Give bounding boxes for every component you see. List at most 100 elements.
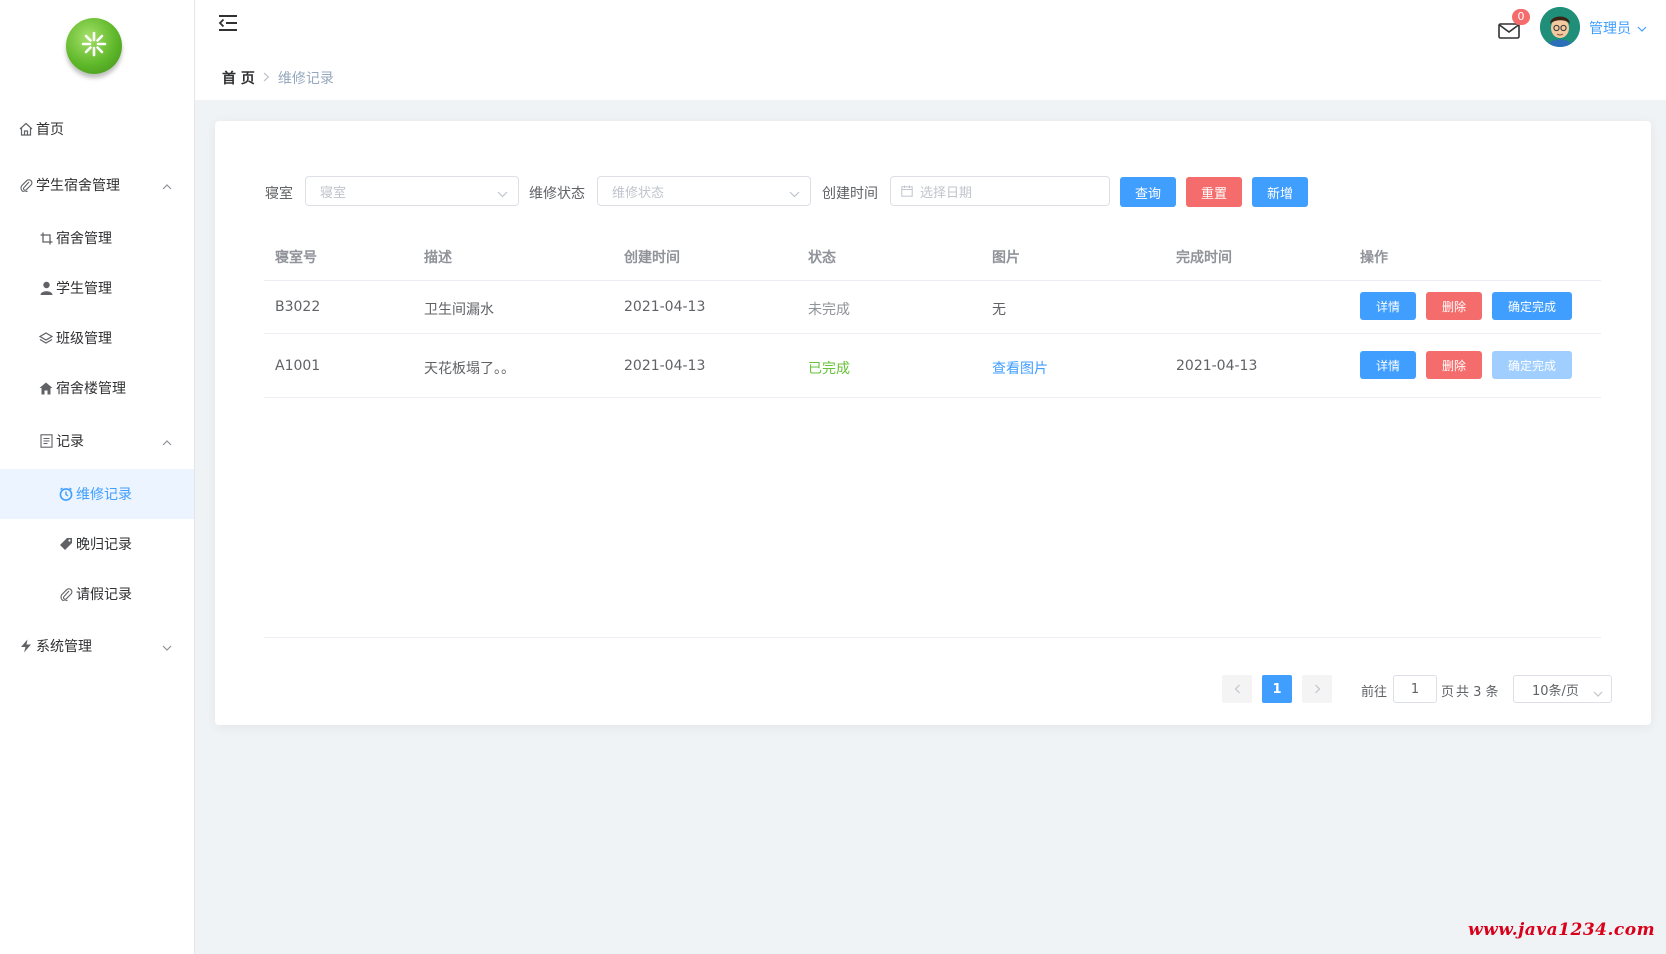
sidebar-item-label: 班级管理	[56, 331, 112, 347]
cell-status: 未完成	[808, 302, 850, 318]
sidebar-item-late-return-records[interactable]: 晚归记录	[0, 519, 194, 569]
table-bottom-border	[264, 637, 1601, 638]
reset-button[interactable]: 重置	[1186, 177, 1242, 207]
room-filter-label: 寝室	[265, 186, 293, 202]
tag-icon	[58, 536, 74, 552]
query-button[interactable]: 查询	[1120, 177, 1176, 207]
chevron-down-icon	[1637, 20, 1647, 36]
sidebar-item-buildings[interactable]: 宿舍楼管理	[0, 363, 194, 413]
layers-icon	[38, 330, 54, 346]
date-placeholder: 选择日期	[920, 185, 973, 201]
home-icon	[18, 121, 34, 137]
sidebar-item-label: 晚归记录	[76, 537, 132, 553]
table-divider	[264, 280, 1601, 281]
cell-room: A1001	[275, 358, 321, 374]
sidebar-item-dorm-management[interactable]: 学生宿舍管理	[0, 160, 194, 210]
sidebar-item-label: 宿舍管理	[56, 231, 112, 247]
sidebar-item-records[interactable]: 记录	[0, 416, 194, 466]
user-icon	[38, 280, 54, 296]
mail-icon[interactable]	[1498, 22, 1520, 44]
user-name: 管理员	[1589, 21, 1631, 37]
breadcrumb-home[interactable]: 首 页	[222, 68, 255, 88]
sidebar-item-label: 学生管理	[56, 281, 112, 297]
mail-badge: 0	[1512, 9, 1530, 25]
detail-button[interactable]: 详情	[1360, 351, 1416, 379]
status-filter-label: 维修状态	[529, 186, 585, 202]
detail-button[interactable]: 详情	[1360, 292, 1416, 320]
add-button[interactable]: 新增	[1252, 177, 1308, 207]
prev-page-button[interactable]	[1222, 675, 1252, 703]
goto-label: 前往	[1361, 685, 1388, 700]
page-number-current[interactable]: 1	[1262, 675, 1292, 703]
content-card	[215, 121, 1651, 725]
room-select[interactable]: 寝室	[305, 176, 519, 206]
column-header-finished: 完成时间	[1176, 250, 1232, 266]
breadcrumb-separator-icon	[263, 70, 270, 86]
cell-finished: 2021-04-13	[1176, 358, 1258, 374]
top-header	[195, 0, 1666, 100]
next-page-button[interactable]	[1302, 675, 1332, 703]
chevron-down-icon	[162, 639, 172, 655]
cell-status: 已完成	[808, 361, 850, 377]
column-header-description: 描述	[424, 250, 452, 266]
clock-icon	[58, 486, 74, 502]
confirm-complete-button-disabled: 确定完成	[1492, 351, 1572, 379]
column-header-room: 寝室号	[275, 250, 317, 266]
lightning-icon	[18, 638, 34, 654]
cell-image: 无	[992, 302, 1006, 318]
table-divider	[264, 397, 1601, 398]
sidebar-item-label: 宿舍楼管理	[56, 381, 126, 397]
total-count: 共 3 条	[1456, 685, 1499, 700]
avatar[interactable]	[1540, 7, 1580, 47]
view-image-link[interactable]: 查看图片	[992, 358, 1048, 378]
sidebar-item-students[interactable]: 学生管理	[0, 263, 194, 313]
sidebar-item-home[interactable]: 首页	[0, 104, 194, 154]
house-icon	[38, 380, 54, 396]
breadcrumb-current: 维修记录	[277, 71, 334, 87]
chevron-down-icon	[497, 187, 508, 202]
date-picker[interactable]: 选择日期	[890, 176, 1110, 206]
breadcrumb: 首 页 维修记录	[222, 68, 334, 88]
table-divider	[264, 333, 1601, 334]
room-select-placeholder: 寝室	[320, 185, 347, 201]
column-header-created: 创建时间	[624, 250, 680, 266]
chevron-right-icon	[1314, 684, 1320, 694]
chevron-down-icon	[1593, 686, 1603, 701]
sidebar-item-dorm[interactable]: 宿舍管理	[0, 213, 194, 263]
sidebar-item-label: 学生宿舍管理	[36, 178, 120, 194]
document-icon	[38, 433, 54, 449]
crop-icon	[38, 230, 54, 246]
app-logo	[66, 18, 122, 74]
goto-page-input[interactable]: 1	[1393, 675, 1437, 703]
chevron-down-icon	[789, 187, 800, 202]
sidebar-item-label: 请假记录	[76, 587, 132, 603]
delete-button[interactable]: 删除	[1426, 292, 1482, 320]
menu-toggle-icon[interactable]	[218, 14, 238, 36]
sidebar-item-label: 首页	[36, 122, 64, 138]
sidebar: 首页 学生宿舍管理 宿舍管理 学生管理 班级管理 宿舍楼管理 记录 维修记录 晚…	[0, 0, 195, 954]
paperclip-icon	[18, 177, 34, 193]
sidebar-item-label: 维修记录	[76, 487, 132, 503]
chevron-up-icon	[162, 434, 172, 450]
page-size-select[interactable]: 10条/页	[1513, 675, 1612, 703]
status-select-placeholder: 维修状态	[612, 185, 665, 201]
watermark: www.java1234.com	[1468, 920, 1656, 940]
delete-button[interactable]: 删除	[1426, 351, 1482, 379]
sidebar-item-classes[interactable]: 班级管理	[0, 313, 194, 363]
sidebar-item-repair-records[interactable]: 维修记录	[0, 469, 194, 519]
sidebar-item-system-management[interactable]: 系统管理	[0, 621, 194, 671]
calendar-icon	[901, 185, 913, 197]
cell-room: B3022	[275, 299, 321, 315]
cell-description: 天花板塌了。。	[424, 361, 515, 377]
paperclip-icon	[58, 586, 74, 602]
cell-created: 2021-04-13	[624, 358, 706, 374]
status-select[interactable]: 维修状态	[597, 176, 811, 206]
sidebar-item-leave-records[interactable]: 请假记录	[0, 569, 194, 619]
chevron-up-icon	[162, 178, 172, 194]
cell-description: 卫生间漏水	[424, 302, 494, 318]
chevron-left-icon	[1234, 684, 1240, 694]
created-filter-label: 创建时间	[822, 186, 878, 202]
column-header-image: 图片	[992, 250, 1020, 266]
user-menu[interactable]: 管理员	[1589, 18, 1647, 38]
confirm-complete-button[interactable]: 确定完成	[1492, 292, 1572, 320]
